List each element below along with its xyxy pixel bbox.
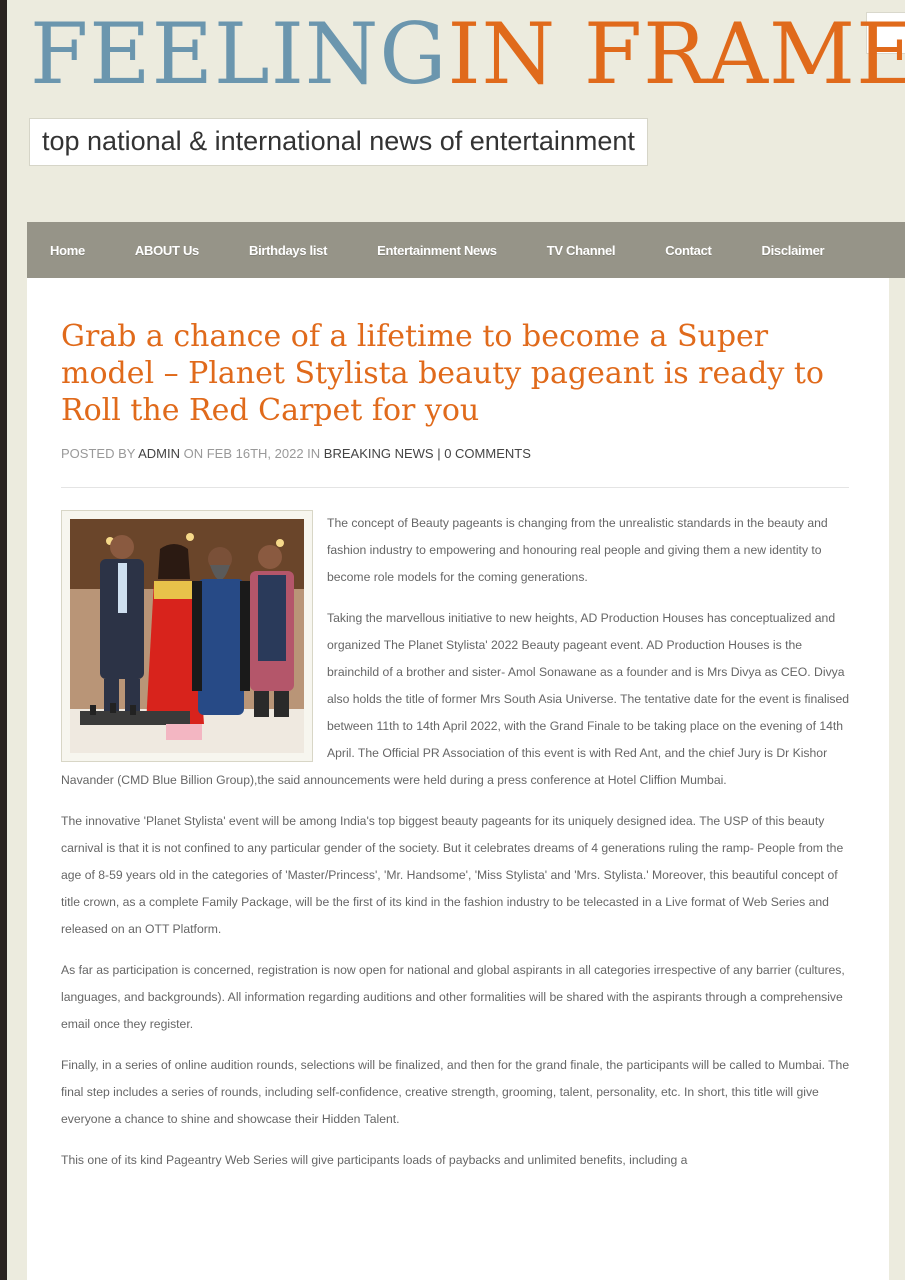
meta-category-link[interactable]: BREAKING NEWS <box>324 446 434 461</box>
window-edge <box>0 0 7 1280</box>
nav-item-entertainment-news[interactable]: Entertainment News <box>377 243 497 258</box>
article-paragraph: As far as participation is concerned, re… <box>61 963 845 1031</box>
nav-item-home[interactable]: Home <box>50 243 85 258</box>
meta-separator: | <box>433 446 445 461</box>
nav-item-about[interactable]: ABOUT Us <box>135 243 199 258</box>
post-content: Grab a chance of a lifetime to become a … <box>27 278 889 1280</box>
divider <box>61 487 849 488</box>
site-tagline: top national & international news of ent… <box>29 118 648 166</box>
meta-comments-link[interactable]: 0 COMMENTS <box>444 446 531 461</box>
site-title-part1: FEELING <box>30 5 448 103</box>
meta-author-link[interactable]: ADMIN <box>138 446 180 461</box>
article-paragraph: This one of its kind Pageantry Web Serie… <box>61 1153 688 1167</box>
nav-item-contact[interactable]: Contact <box>665 243 712 258</box>
post-meta: POSTED BY ADMIN ON FEB 16TH, 2022 IN BRE… <box>61 446 531 461</box>
meta-date: ON FEB 16TH, 2022 IN <box>183 446 321 461</box>
article-paragraph: Finally, in a series of online audition … <box>61 1058 850 1126</box>
nav-item-tv-channel[interactable]: TV Channel <box>547 243 616 258</box>
nav-item-disclaimer[interactable]: Disclaimer <box>762 243 825 258</box>
main-navigation: Home ABOUT Us Birthdays list Entertainme… <box>27 222 905 278</box>
post-title[interactable]: Grab a chance of a lifetime to become a … <box>61 318 851 429</box>
article-paragraph: The innovative 'Planet Stylista' event w… <box>61 814 844 936</box>
article-body: The concept of Beauty pageants is changi… <box>61 510 851 1188</box>
site-title[interactable]: FEELINGIN FRAME <box>30 6 905 102</box>
nav-item-birthdays[interactable]: Birthdays list <box>249 243 327 258</box>
press-conference-photo <box>70 519 304 753</box>
article-image[interactable] <box>61 510 313 762</box>
meta-posted-by: POSTED BY <box>61 446 136 461</box>
photo-illustration <box>70 519 304 753</box>
site-title-part2: IN FRAME <box>447 5 905 103</box>
